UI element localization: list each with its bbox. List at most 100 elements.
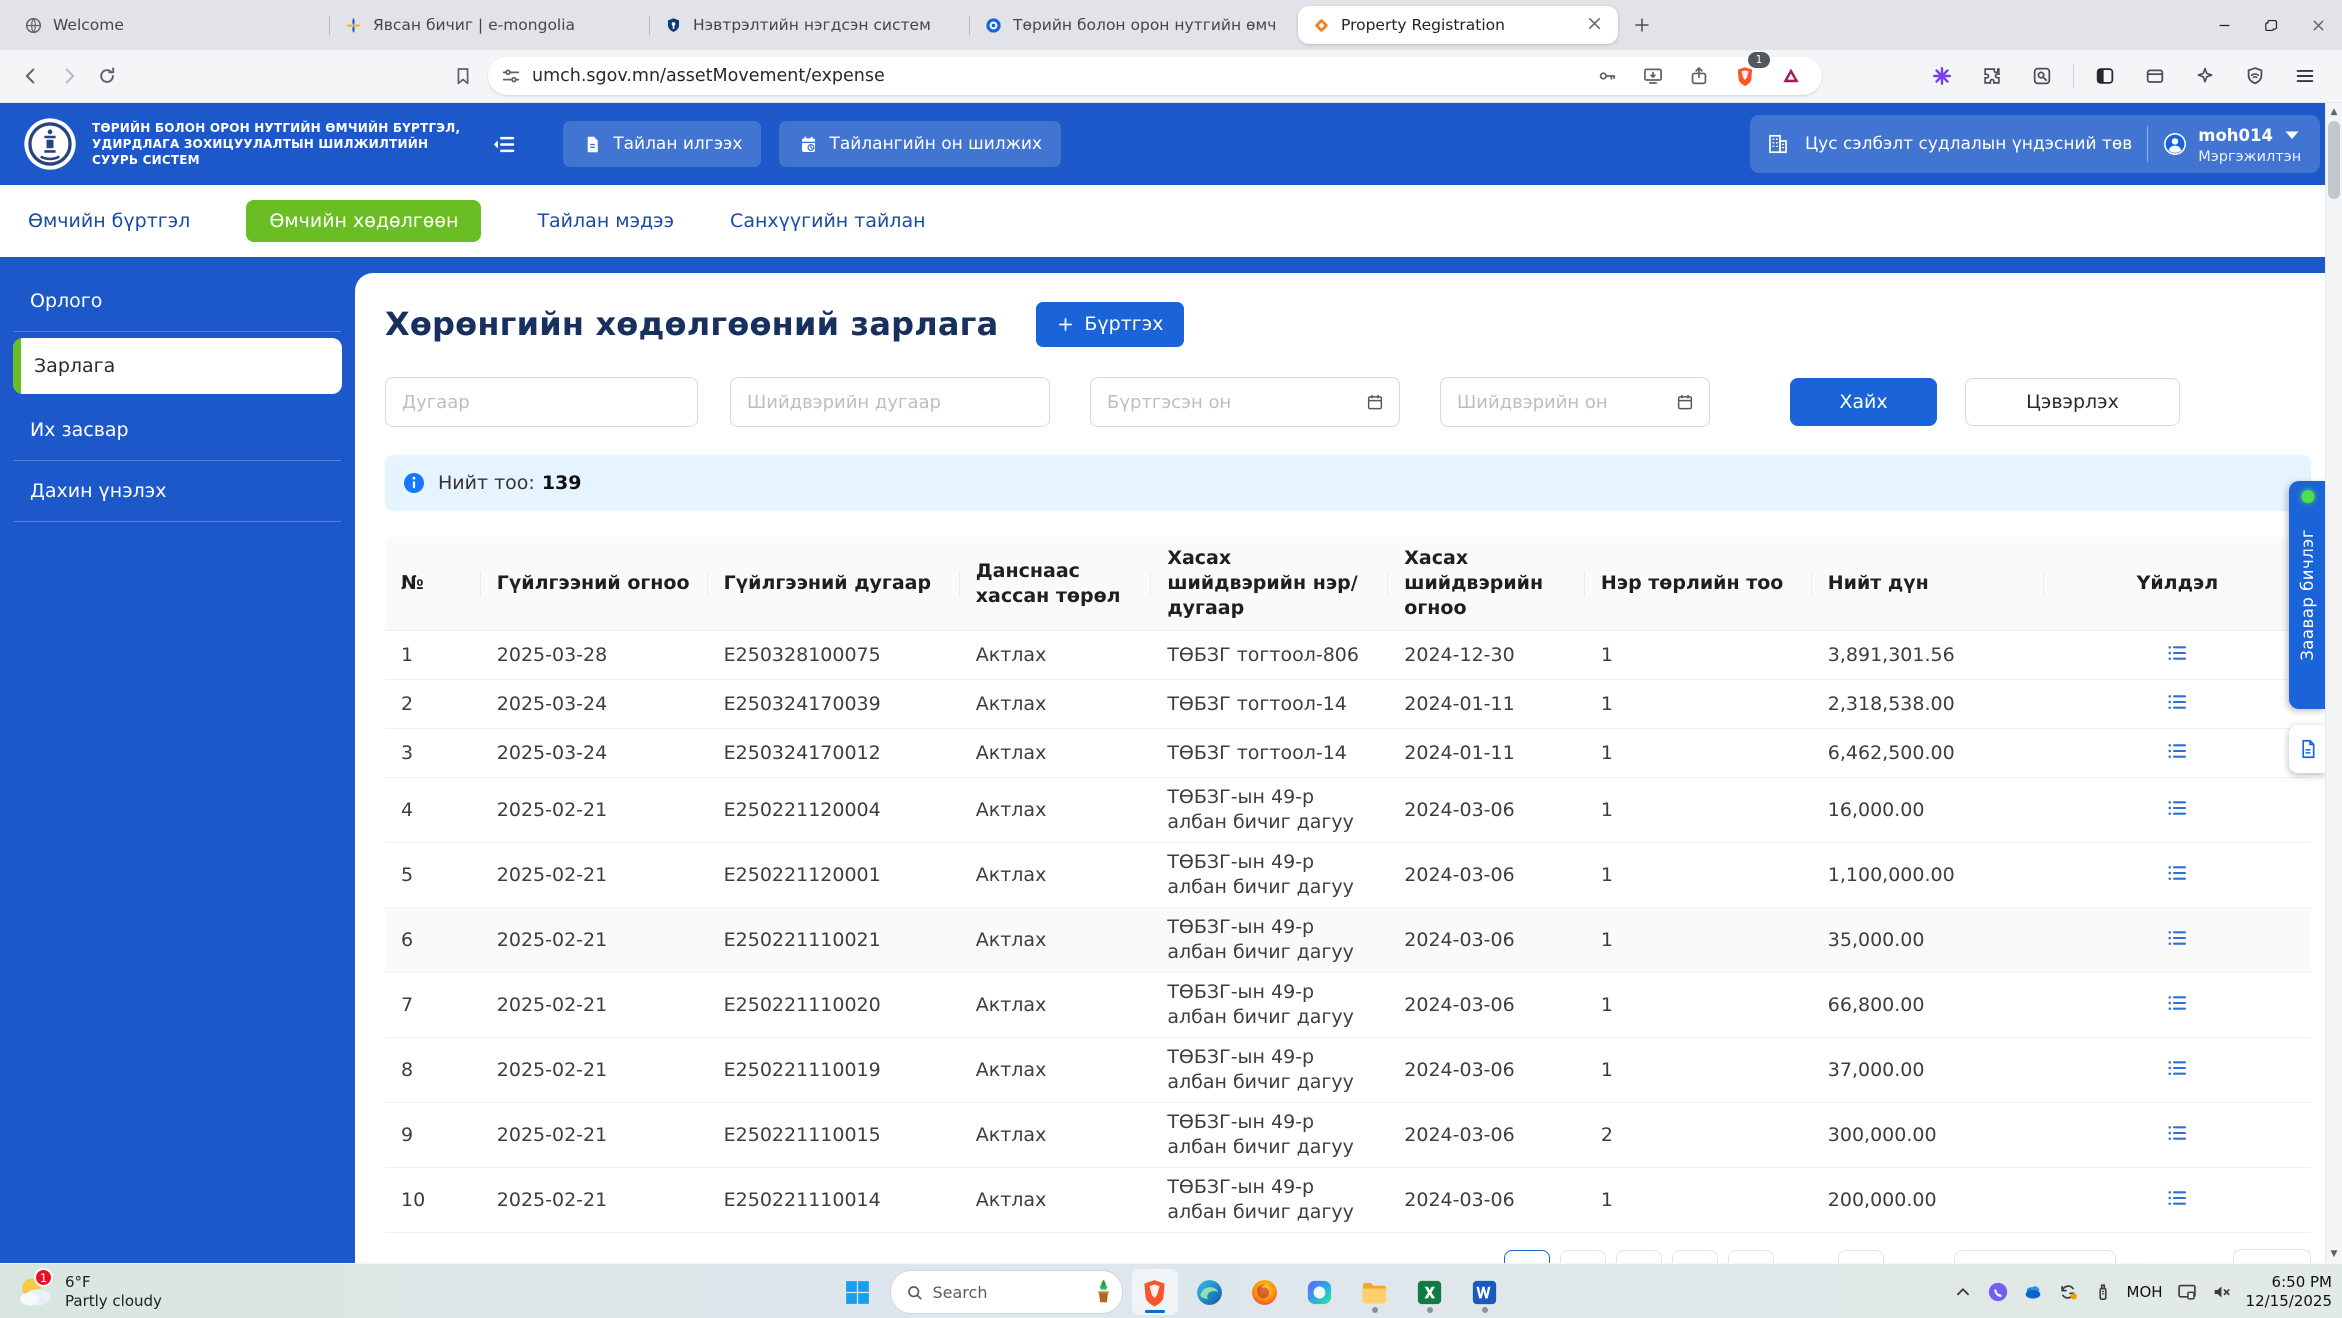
- filter-field[interactable]: [1455, 390, 1669, 414]
- address-bar[interactable]: umch.sgov.mn/assetMovement/expense 1: [488, 52, 1822, 95]
- window-maximize-button[interactable]: [2248, 0, 2295, 50]
- filter-field[interactable]: [745, 390, 1035, 414]
- sidebar-item[interactable]: Их засвар: [0, 400, 355, 460]
- jump-page-input[interactable]: [2233, 1249, 2311, 1263]
- filter-input[interactable]: [730, 377, 1050, 427]
- tab-title: Явсан бичиг | e-mongolia: [373, 16, 576, 34]
- tutorial-side-tab[interactable]: Заавар бичлэг: [2289, 481, 2326, 709]
- search-extension-button[interactable]: [2023, 57, 2061, 95]
- organization-name[interactable]: Цус сэлбэлт судлалын үндэсний төв: [1805, 134, 2132, 154]
- browser-tab[interactable]: Property Registration: [1298, 6, 1618, 44]
- leo-ai-button[interactable]: [2186, 57, 2224, 95]
- clear-button[interactable]: Цэвэрлэх: [1965, 378, 2180, 426]
- send-report-button[interactable]: Тайлан илгээх: [563, 121, 762, 167]
- pagination-page-button[interactable]: 3: [1616, 1250, 1663, 1263]
- brave-shields-button[interactable]: 1: [1726, 52, 1770, 95]
- sidebar-toggle-button[interactable]: [2086, 57, 2124, 95]
- hidden-icons-button[interactable]: [1952, 1281, 1974, 1303]
- sync-icon[interactable]: [2057, 1281, 2079, 1303]
- sidebar-item[interactable]: Орлого: [0, 271, 355, 331]
- display-icon[interactable]: [2176, 1281, 2198, 1303]
- viber-icon[interactable]: [1987, 1281, 2009, 1303]
- row-actions-button[interactable]: [2162, 687, 2192, 717]
- nav-item[interactable]: Тайлан мэдээ: [537, 210, 674, 232]
- nav-item[interactable]: Өмчийн хөдөлгөөн: [246, 200, 482, 242]
- vpn-button[interactable]: [2236, 57, 2274, 95]
- copilot-app-button[interactable]: [1297, 1269, 1343, 1315]
- register-button[interactable]: Бүртгэх: [1036, 301, 1185, 347]
- pagination-prev-button[interactable]: [1450, 1251, 1495, 1263]
- row-actions-button[interactable]: [2162, 1118, 2192, 1148]
- row-actions-button[interactable]: [2162, 988, 2192, 1018]
- network-icon[interactable]: [2022, 1281, 2044, 1303]
- row-actions-button[interactable]: [2162, 1183, 2192, 1213]
- filter-field[interactable]: [1105, 390, 1359, 414]
- site-settings-icon[interactable]: [500, 65, 522, 87]
- file-explorer-app-button[interactable]: [1352, 1269, 1398, 1315]
- pagination-next-button[interactable]: [1894, 1251, 1939, 1263]
- row-actions-button[interactable]: [2162, 793, 2192, 823]
- page-size-select[interactable]: 10 / хуудас: [1954, 1250, 2116, 1263]
- weather-widget[interactable]: 1 6°F Partly cloudy: [14, 1268, 162, 1313]
- brave-app-button[interactable]: [1131, 1269, 1178, 1315]
- nav-item[interactable]: Санхүүгийн тайлан: [730, 210, 925, 232]
- scrollbar-thumb[interactable]: [2328, 121, 2340, 199]
- row-actions-button[interactable]: [2162, 1053, 2192, 1083]
- back-button[interactable]: [12, 57, 50, 95]
- browser-tab[interactable]: Нэвтрэлтийн нэгдсэн систем: [650, 7, 970, 43]
- reload-button[interactable]: [88, 57, 126, 95]
- report-year-transfer-button[interactable]: Тайлангийн он шилжих: [779, 121, 1062, 167]
- search-button[interactable]: Хайх: [1790, 378, 1937, 426]
- nav-item[interactable]: Өмчийн бүртгэл: [28, 210, 190, 232]
- browser-tab[interactable]: Явсан бичиг | e-mongolia: [330, 7, 650, 43]
- browser-tab[interactable]: Төрийн болон орон нутгийн өмчи: [970, 7, 1290, 43]
- sidebar-item[interactable]: Зарлага: [13, 338, 342, 394]
- pdf-side-tab[interactable]: [2289, 725, 2326, 773]
- start-button[interactable]: [835, 1269, 881, 1315]
- brave-rewards-button[interactable]: [1772, 57, 1810, 95]
- excel-app-button[interactable]: [1407, 1269, 1453, 1315]
- row-actions-button[interactable]: [2162, 923, 2192, 953]
- filter-field[interactable]: [400, 390, 683, 414]
- window-minimize-button[interactable]: [2201, 0, 2248, 50]
- extensions-button[interactable]: [1973, 57, 2011, 95]
- user-menu[interactable]: moh014 Мэргэжилтэн: [2163, 123, 2304, 165]
- bookmark-button[interactable]: [444, 57, 482, 95]
- usb-icon[interactable]: [2092, 1281, 2114, 1303]
- edge-app-button[interactable]: [1187, 1269, 1233, 1315]
- row-actions-button[interactable]: [2162, 736, 2192, 766]
- scroll-up-icon[interactable]: ▲: [2326, 104, 2342, 120]
- pagination-page-button[interactable]: 1: [1504, 1250, 1551, 1263]
- row-actions-button[interactable]: [2162, 858, 2192, 888]
- row-actions-button[interactable]: [2162, 638, 2192, 668]
- pagination-page-button[interactable]: 4: [1672, 1250, 1719, 1263]
- extension-flower-button[interactable]: [1923, 57, 1961, 95]
- firefox-app-button[interactable]: [1242, 1269, 1288, 1315]
- language-indicator[interactable]: МОН: [2127, 1283, 2163, 1301]
- clock[interactable]: 6:50 PM 12/15/2025: [2246, 1273, 2332, 1311]
- pagination-page-button[interactable]: 14: [1838, 1250, 1885, 1263]
- window-close-button[interactable]: [2295, 0, 2342, 50]
- filter-input[interactable]: [385, 377, 698, 427]
- new-tab-button[interactable]: [1626, 9, 1658, 41]
- taskbar-search[interactable]: Search: [889, 1270, 1123, 1314]
- share-button[interactable]: [1680, 57, 1718, 95]
- send-to-device-button[interactable]: [1634, 57, 1672, 95]
- wallet-button[interactable]: [2136, 57, 2174, 95]
- word-app-button[interactable]: [1462, 1269, 1508, 1315]
- tab-close-icon[interactable]: [1585, 14, 1604, 37]
- pagination-page-button[interactable]: 5: [1728, 1250, 1775, 1263]
- browser-menu-button[interactable]: [2286, 57, 2324, 95]
- password-key-button[interactable]: [1588, 57, 1626, 95]
- scroll-down-icon[interactable]: ▼: [2326, 1246, 2342, 1262]
- sidebar-item[interactable]: Дахин үнэлэх: [0, 461, 355, 521]
- menu-collapse-icon[interactable]: [490, 131, 517, 158]
- url-text[interactable]: umch.sgov.mn/assetMovement/expense: [532, 66, 1588, 86]
- browser-tab[interactable]: Welcome: [10, 7, 330, 43]
- pagination-page-button[interactable]: 2: [1560, 1250, 1607, 1263]
- forward-button[interactable]: [50, 57, 88, 95]
- filter-input[interactable]: [1440, 377, 1710, 427]
- filter-input[interactable]: [1090, 377, 1400, 427]
- volume-mute-icon[interactable]: [2211, 1281, 2233, 1303]
- page-scrollbar[interactable]: ▲ ▼: [2325, 103, 2342, 1263]
